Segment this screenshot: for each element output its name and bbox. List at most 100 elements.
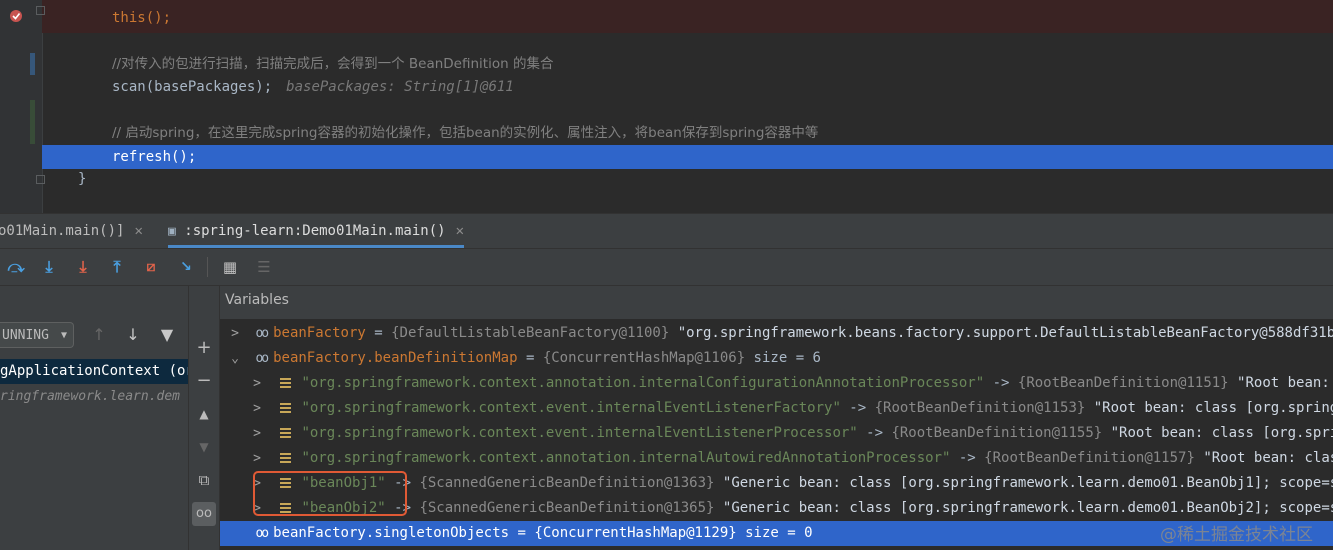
variable-value: "Root bean: c [1237,375,1333,391]
map-entry-row[interactable]: > "org.springframework.context.annotatio… [220,446,1333,471]
chevron-right-icon[interactable]: > [250,396,264,421]
map-entry-icon [280,478,292,488]
tab-label: :spring-learn:Demo01Main.main() [184,223,446,239]
code-editor[interactable]: this(); //对传入的包进行扫描，扫描完成后，会得到一个 BeanDefi… [0,0,1333,213]
move-down-icon[interactable]: ▼ [192,435,216,459]
show-watches-icon[interactable]: oo [192,502,216,526]
step-into-icon[interactable]: ⤓ [37,255,61,279]
chevron-right-icon[interactable]: > [250,471,264,496]
variable-type: {ConcurrentHashMap@1106} [542,350,746,366]
code-closing-brace: } [78,171,87,187]
variable-value: "Root bean: class [org.sprin [1102,425,1333,441]
change-marker [30,100,35,144]
code-this-call: this(); [112,10,172,26]
tab-current-session[interactable]: ▣ :spring-learn:Demo01Main.main() ✕ [168,214,464,248]
chevron-right-icon[interactable]: > [250,371,264,396]
move-up-icon[interactable]: ▲ [192,402,216,426]
step-over-icon[interactable]: ⤼ [4,255,28,279]
map-entry-row[interactable]: > "org.springframework.context.event.int… [220,421,1333,446]
variable-operator: = [509,525,535,541]
change-marker [30,53,35,75]
tab-previous-session[interactable]: o01Main.main()] ✕ [0,214,143,248]
variable-type: {RootBeanDefinition@1157} [984,450,1195,466]
chevron-right-icon[interactable]: > [228,321,242,346]
variable-operator: -> [950,450,985,466]
map-entry-icon [280,503,292,513]
code-comment-refresh: // 启动spring，在这里完成spring容器的初始化操作，包括bean的实… [112,125,819,141]
frame-item[interactable]: ringframework.learn.dem [0,384,188,409]
copy-icon[interactable]: ⧉ [192,468,216,492]
variable-value: size = 0 [736,525,813,541]
map-entry-icon [280,403,292,413]
trace-icon[interactable]: ☰ [252,255,276,279]
map-entry-icon [280,453,292,463]
close-icon[interactable]: ✕ [134,223,142,239]
run-to-cursor-icon[interactable]: ↘ [174,255,198,279]
variable-type: {ScannedGenericBeanDefinition@1365} [419,500,715,516]
force-step-into-icon[interactable]: ⤓ [71,255,95,279]
current-execution-line [42,145,1333,169]
variables-tree[interactable]: > oo beanFactory = {DefaultListableBeanFa… [220,319,1333,550]
variable-operator: -> [385,475,420,491]
next-frame-icon[interactable]: ↓ [122,322,144,348]
error-line-highlight [42,0,1333,33]
variable-name: beanFactory.beanDefinitionMap [273,350,518,366]
watch-glasses-icon: oo [255,351,269,366]
previous-frame-icon[interactable]: ↑ [88,322,110,348]
breakpoint-error-icon[interactable] [9,9,23,23]
tab-label: o01Main.main()] [0,223,125,239]
watch-glasses-icon: oo [255,326,269,341]
toolbar-separator [207,257,208,277]
map-entry-key: "org.springframework.context.annotation.… [301,450,951,466]
code-refresh-call: refresh(); [112,149,197,165]
filter-icon[interactable]: ▼ [156,322,178,348]
map-entry-key: "org.springframework.context.annotation.… [301,375,985,391]
map-entry-icon [280,378,292,388]
code-scan-line: scan(basePackages); basePackages: String[… [112,76,514,99]
drop-frame-icon[interactable]: ⧄ [139,255,163,279]
map-entry-icon [280,428,292,438]
chevron-right-icon[interactable]: > [250,446,264,471]
variable-name: beanFactory.singletonObjects [273,525,510,541]
code-scan-call: scan(basePackages); [112,79,273,95]
fold-marker-icon[interactable] [36,175,45,184]
thread-select-value: UNNING [2,328,49,343]
variable-operator: -> [857,425,892,441]
watermark: @稀土掘金技术社区 [1160,525,1313,545]
map-entry-row[interactable]: > "org.springframework.context.event.int… [220,396,1333,421]
map-entry-row[interactable]: > "beanObj2" -> {ScannedGenericBeanDefin… [220,496,1333,521]
variables-title: Variables [225,292,289,308]
remove-watch-icon[interactable]: − [192,369,216,393]
variable-value: "Generic bean: class [org.springframewor… [714,500,1333,516]
evaluate-expression-icon[interactable]: ▦ [218,255,242,279]
chevron-down-icon: ▼ [60,330,67,341]
variable-row[interactable]: ⌄ oo beanFactory.beanDefinitionMap = {Con… [220,346,1333,371]
variable-value: "Root bean: class [1194,450,1333,466]
fold-marker-icon[interactable] [36,6,45,15]
variable-type: {ConcurrentHashMap@1129} [534,525,737,541]
map-entry-key: "org.springframework.context.event.inter… [301,400,841,416]
variable-name: beanFactory [273,325,366,341]
variable-type: {ScannedGenericBeanDefinition@1363} [419,475,715,491]
close-icon[interactable]: ✕ [456,223,464,239]
map-entry-key: "beanObj1" [301,475,386,491]
step-out-icon[interactable]: ⤒ [105,255,129,279]
chevron-down-icon[interactable]: ⌄ [228,346,242,371]
frame-item[interactable]: gApplicationContext (or [0,359,188,384]
chevron-right-icon[interactable]: > [250,496,264,521]
debug-tool-window: o01Main.main()] ✕ ▣ :spring-learn:Demo01M… [0,213,1333,550]
code-comment-scan: //对传入的包进行扫描，扫描完成后，会得到一个 BeanDefinition 的… [112,56,554,72]
variable-value: "Generic bean: class [org.springframewor… [714,475,1333,491]
map-entry-key: "beanObj2" [301,500,386,516]
map-entry-row[interactable]: > "beanObj1" -> {ScannedGenericBeanDefin… [220,471,1333,496]
variables-side-toolbar: + − ▲ ▼ ⧉ oo [189,286,220,550]
thread-select[interactable]: UNNING ▼ [0,322,74,348]
variable-row[interactable]: > oo beanFactory = {DefaultListableBeanFa… [220,321,1333,346]
variable-operator: = [365,325,392,341]
map-entry-row[interactable]: > "org.springframework.context.annotatio… [220,371,1333,396]
chevron-right-icon[interactable]: > [250,421,264,446]
variable-type: {RootBeanDefinition@1155} [891,425,1103,441]
variable-type: {RootBeanDefinition@1151} [1017,375,1229,391]
variable-type: {RootBeanDefinition@1153} [874,400,1086,416]
add-watch-icon[interactable]: + [192,336,216,360]
